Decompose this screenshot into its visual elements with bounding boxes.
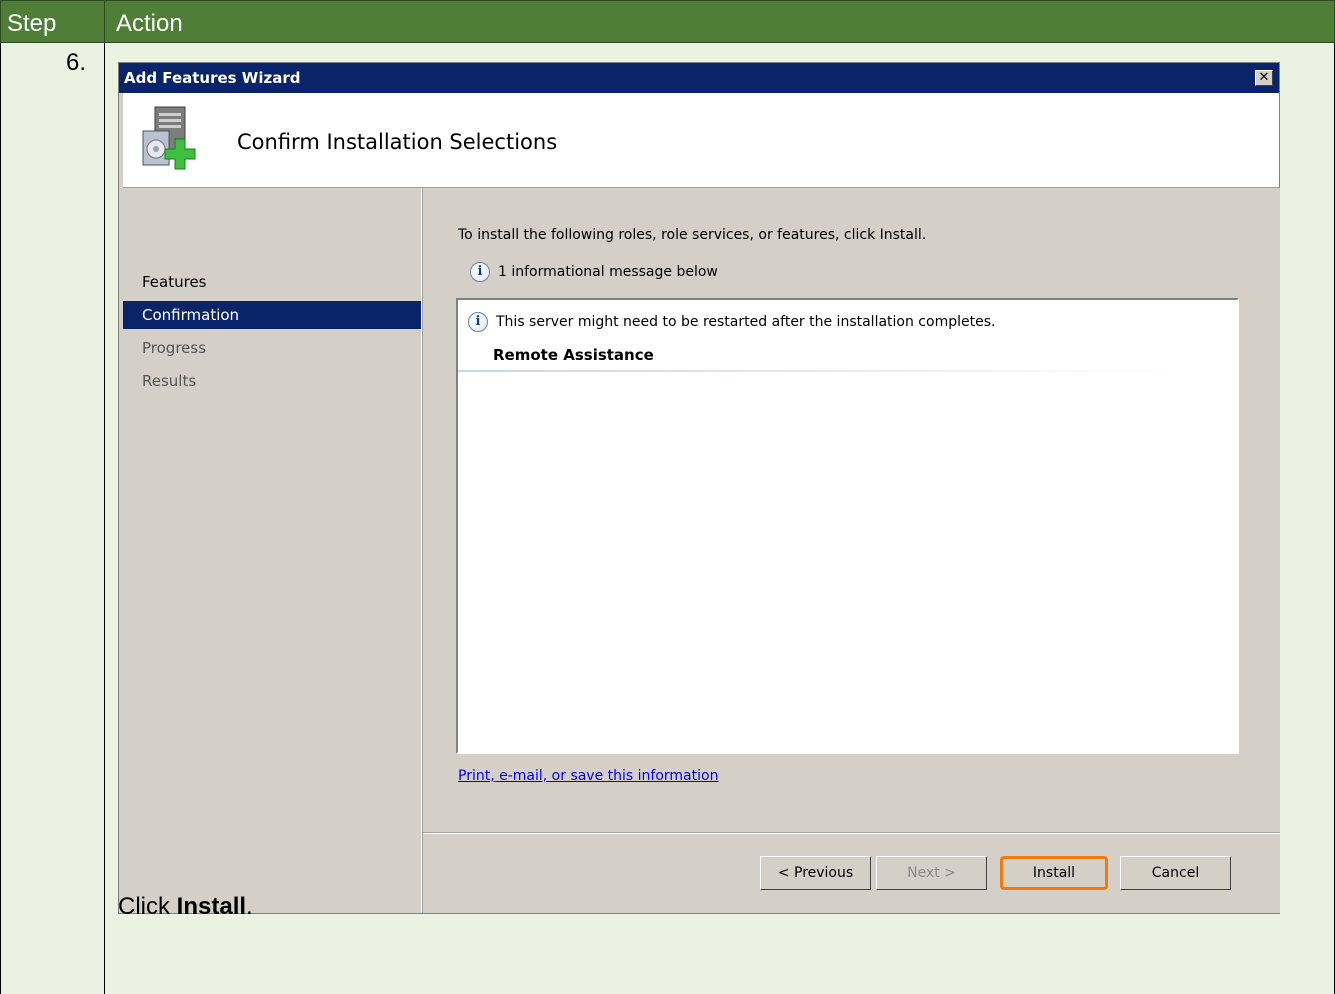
button-separator [423,832,1280,834]
wizard-banner: Confirm Installation Selections [123,93,1279,188]
page-heading: Confirm Installation Selections [237,130,558,154]
intro-text: To install the following roles, role ser… [458,227,927,243]
step-header-cell: Step [1,1,105,42]
nav-item-confirmation[interactable]: Confirmation [123,301,421,329]
instruction-text: Click Install. [118,893,253,921]
info-message-text: This server might need to be restarted a… [496,314,996,330]
close-icon: ✕ [1258,70,1270,85]
info-summary: i 1 informational message below [470,262,718,282]
step-number: 6. [65,49,86,76]
nav-item-features[interactable]: Features [123,268,421,296]
feature-separator [458,370,1178,372]
next-button: Next > [876,856,987,890]
info-icon: i [468,312,488,332]
feature-name: Remote Assistance [493,346,654,364]
action-header: Action [116,10,183,37]
wizard-content: To install the following roles, role ser… [422,188,1280,913]
install-button[interactable]: Install [1000,856,1108,890]
title-bar: Add Features Wizard ✕ [119,63,1279,93]
window-title: Add Features Wizard [124,69,301,87]
server-add-icon [142,106,196,170]
step-cell: 6. [1,43,105,994]
instruction-prefix: Click [118,893,177,920]
cancel-button[interactable]: Cancel [1120,856,1231,890]
previous-button[interactable]: < Previous [760,856,871,890]
selections-list[interactable]: i This server might need to be restarted … [456,298,1239,754]
table-header-row: Step Action [0,0,1335,43]
wizard-nav: Features Confirmation Progress Results [123,188,422,913]
nav-item-progress: Progress [142,339,207,357]
close-button[interactable]: ✕ [1255,70,1273,86]
add-features-wizard-window: Add Features Wizard ✕ Confirm Installati… [118,62,1280,914]
info-icon: i [470,262,490,282]
instruction-bold: Install [176,893,247,920]
info-message: i This server might need to be restarted … [468,312,995,332]
instruction-suffix: . [246,893,253,920]
nav-item-results: Results [142,372,197,390]
print-save-link[interactable]: Print, e-mail, or save this information [458,768,718,784]
info-summary-text: 1 informational message below [498,264,718,280]
step-header: Step [7,10,57,37]
